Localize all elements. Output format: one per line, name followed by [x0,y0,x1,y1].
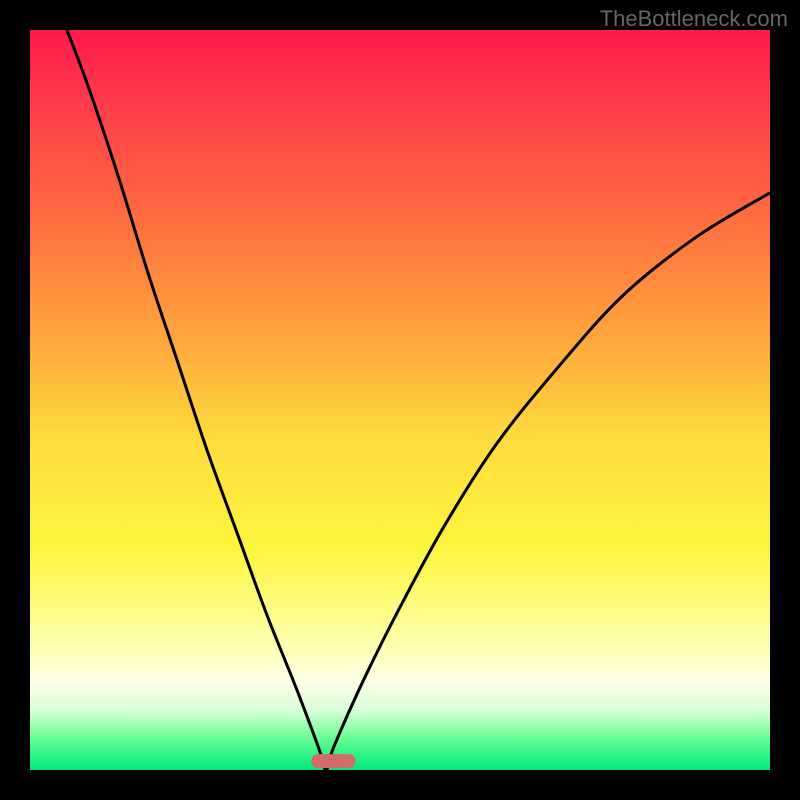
watermark-text: TheBottleneck.com [600,6,788,32]
chart-svg [30,30,770,770]
optimum-marker [311,754,355,768]
plot-area [30,30,770,770]
chart-frame: TheBottleneck.com [0,0,800,800]
gradient-background [30,30,770,770]
